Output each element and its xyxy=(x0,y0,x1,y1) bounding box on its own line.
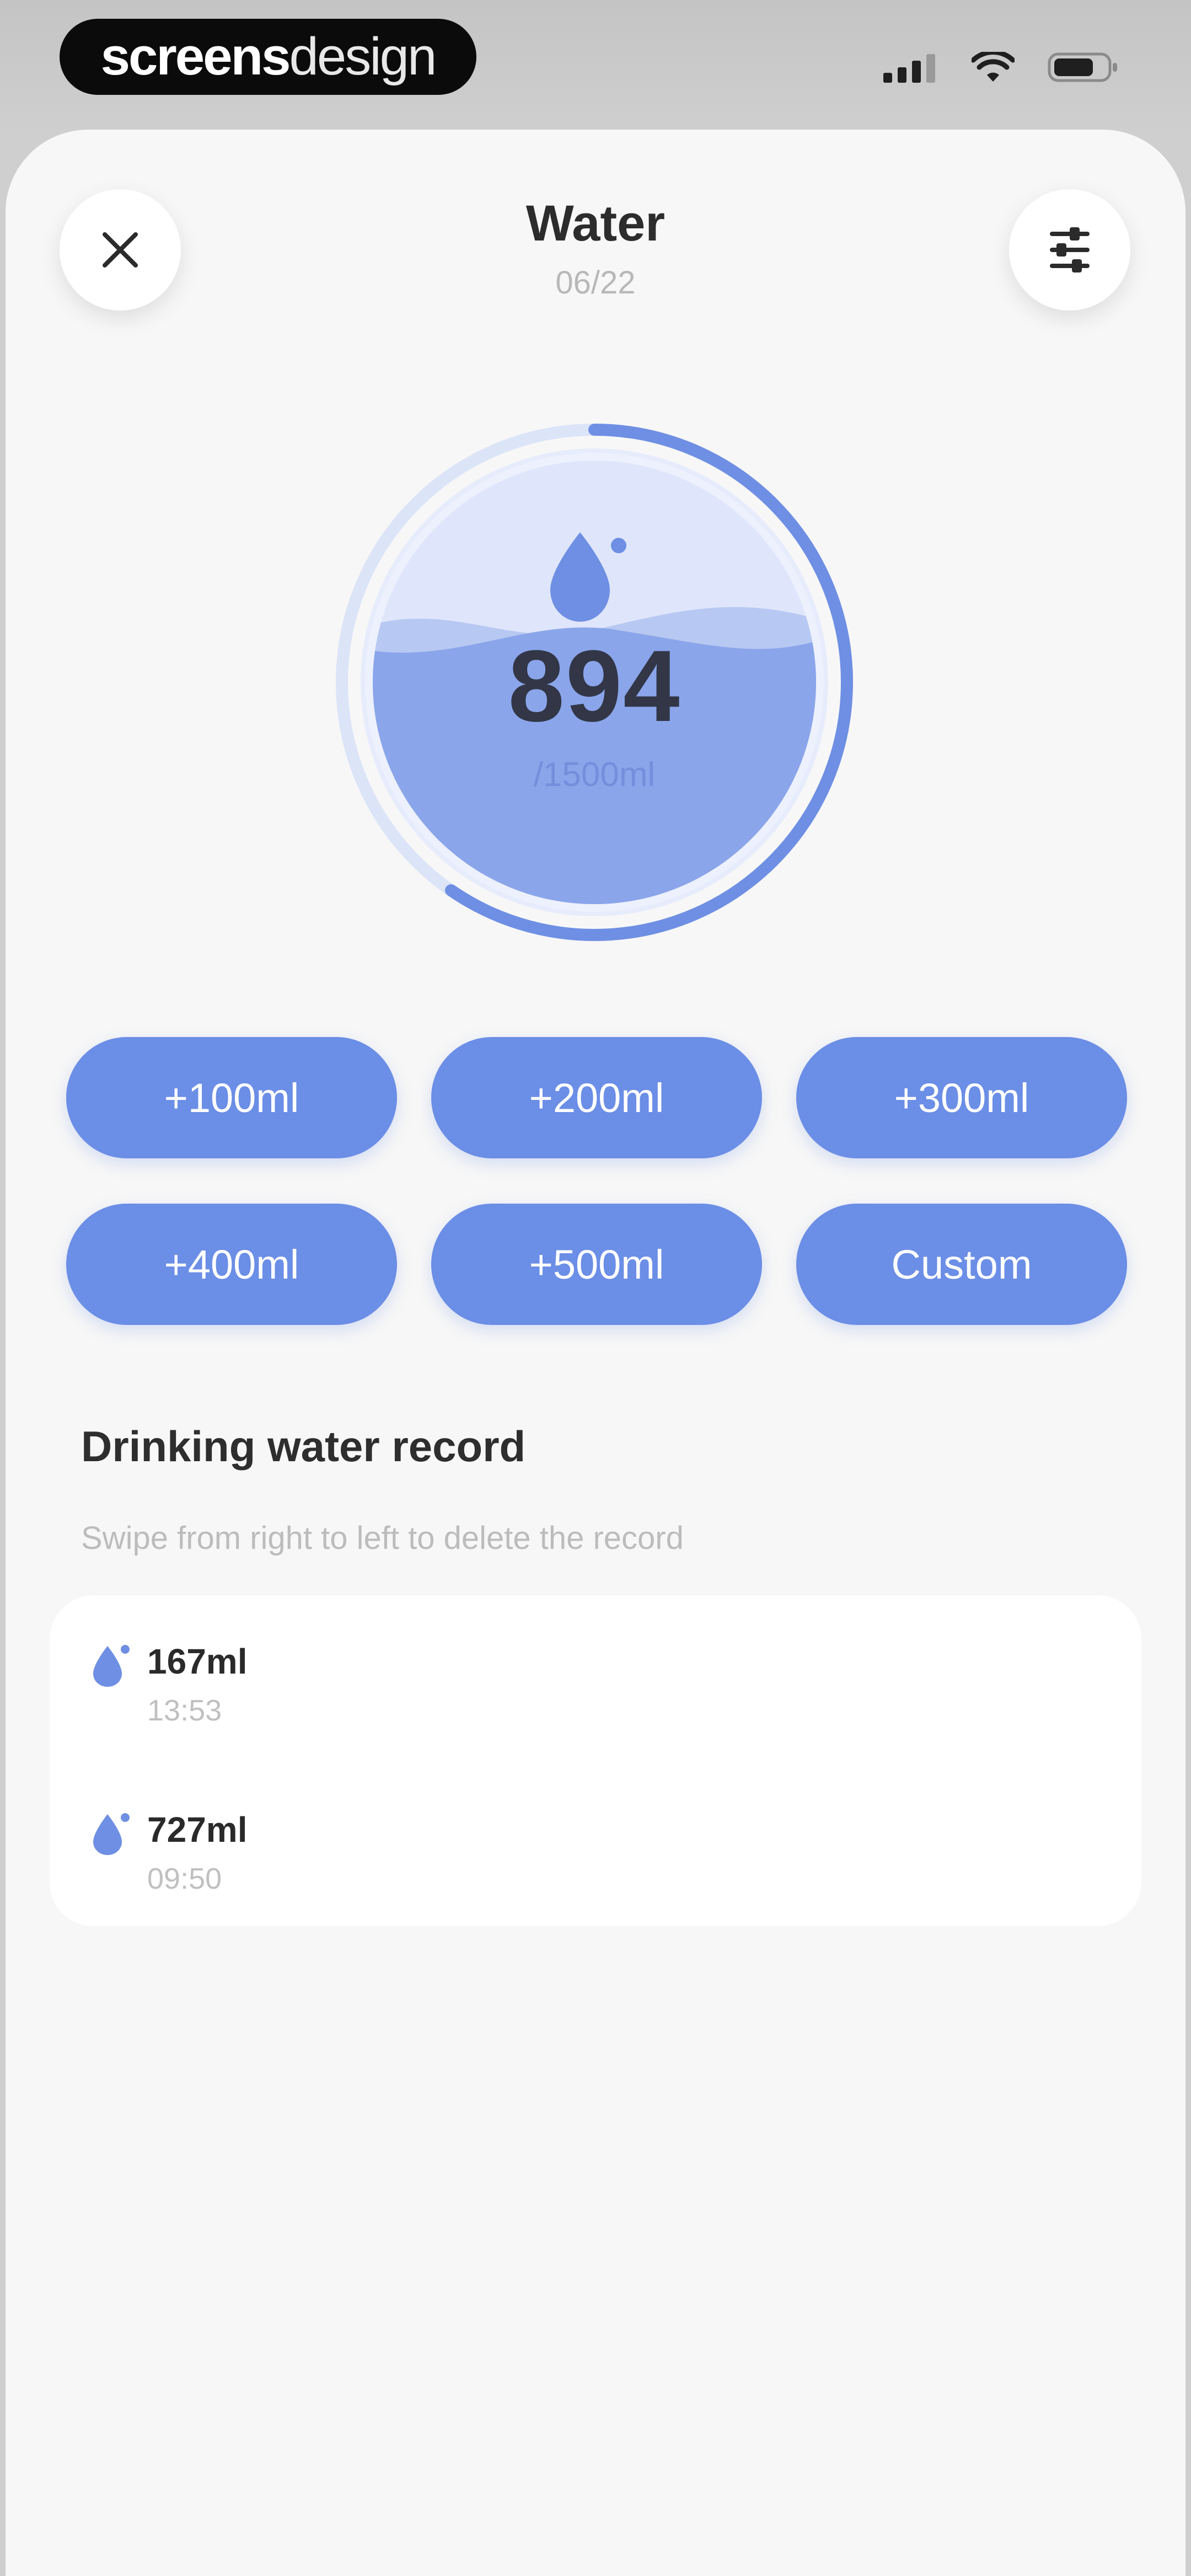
water-sheet: Water 06/22 894 /1500ml +100ml +200ml +3… xyxy=(6,130,1185,2576)
sliders-icon xyxy=(1050,227,1090,272)
records-list: 167ml 13:53 727ml 09:50 xyxy=(50,1595,1141,1926)
settings-button[interactable] xyxy=(1009,189,1130,311)
watermark-light-text: design xyxy=(289,27,437,86)
wifi-icon xyxy=(972,52,1015,82)
add-200ml-button[interactable]: +200ml xyxy=(431,1037,762,1158)
record-amount: 167ml xyxy=(147,1642,248,1681)
add-300ml-button[interactable]: +300ml xyxy=(796,1037,1127,1158)
status-icons xyxy=(883,51,1119,84)
record-time: 09:50 xyxy=(147,1862,222,1895)
water-progress-gauge: 894 /1500ml xyxy=(330,418,859,947)
quick-add-grid: +100ml +200ml +300ml +400ml +500ml Custo… xyxy=(66,1037,1130,1325)
screensdesign-watermark: screensdesign xyxy=(60,19,476,95)
record-time: 13:53 xyxy=(147,1694,222,1727)
water-screen: screensdesign Water 06/22 894 /1500ml +1… xyxy=(0,0,1191,2576)
record-text: 167ml 13:53 xyxy=(147,1639,247,1728)
records-swipe-hint: Swipe from right to left to delete the r… xyxy=(81,1520,684,1556)
water-goal-label: /1500ml xyxy=(533,756,656,794)
record-item[interactable]: 167ml 13:53 xyxy=(91,1639,247,1728)
add-500ml-button[interactable]: +500ml xyxy=(431,1204,762,1325)
records-section-title: Drinking water record xyxy=(81,1422,526,1471)
custom-amount-button[interactable]: Custom xyxy=(796,1204,1127,1325)
add-400ml-button[interactable]: +400ml xyxy=(66,1204,397,1325)
watermark-bold-text: screens xyxy=(100,27,291,86)
water-drop-icon xyxy=(93,1645,130,1687)
cellular-signal-icon xyxy=(883,54,935,83)
record-text: 727ml 09:50 xyxy=(147,1808,247,1896)
water-intake-value: 894 xyxy=(508,629,681,742)
add-100ml-button[interactable]: +100ml xyxy=(66,1037,397,1158)
water-drop-icon xyxy=(93,1813,130,1855)
record-item[interactable]: 727ml 09:50 xyxy=(91,1808,247,1896)
record-amount: 727ml xyxy=(147,1810,248,1850)
page-title: Water xyxy=(525,195,666,252)
page-date: 06/22 xyxy=(555,265,636,301)
battery-icon xyxy=(1048,52,1117,82)
